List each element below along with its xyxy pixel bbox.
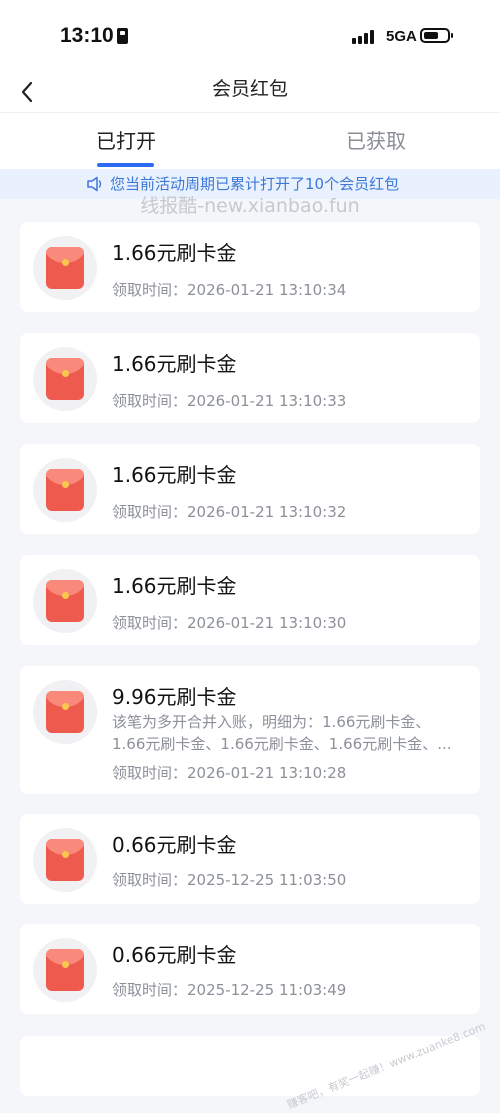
record-amount: 1.66元刷卡金 <box>112 574 237 598</box>
record-time: 领取时间：2026-01-21 13:10:34 <box>112 281 347 299</box>
status-bar: 13:10 5GA <box>0 0 500 72</box>
record-time: 领取时间：2026-01-21 13:10:28 <box>112 764 347 782</box>
tab-opened[interactable]: 已打开 <box>96 127 156 155</box>
record-card[interactable]: 1.66元刷卡金 领取时间：2026-01-21 13:10:30 <box>20 555 480 645</box>
record-card[interactable]: 1.66元刷卡金 领取时间：2026-01-21 13:10:33 <box>20 333 480 423</box>
record-amount: 0.66元刷卡金 <box>112 943 237 967</box>
sim-card-icon <box>117 28 128 44</box>
record-card-merged[interactable]: 9.96元刷卡金 该笔为多开合并入账，明细为：1.66元刷卡金、 1.66元刷卡… <box>20 666 480 794</box>
record-detail: 该笔为多开合并入账，明细为：1.66元刷卡金、 <box>112 713 431 731</box>
notice-text: 您当前活动周期已累计打开了10个会员红包 <box>110 175 400 193</box>
record-card[interactable]: 1.66元刷卡金 领取时间：2026-01-21 13:10:32 <box>20 444 480 534</box>
record-card[interactable]: 0.66元刷卡金 领取时间：2025-12-25 11:03:50 <box>20 814 480 904</box>
record-card[interactable]: 0.66元刷卡金 领取时间：2025-12-25 11:03:49 <box>20 924 480 1014</box>
battery-icon <box>420 28 453 43</box>
record-detail: 1.66元刷卡金、1.66元刷卡金、1.66元刷卡金、... <box>112 735 452 753</box>
record-amount: 1.66元刷卡金 <box>112 241 237 265</box>
record-amount: 9.96元刷卡金 <box>112 685 237 709</box>
watermark: 线报酷-new.xianbao.fun <box>140 195 360 217</box>
network-type: 5GA <box>386 28 417 45</box>
tab-bar: 已打开 已获取 <box>0 113 500 169</box>
page-title: 会员红包 <box>211 78 288 100</box>
record-amount: 1.66元刷卡金 <box>112 352 237 376</box>
speaker-icon <box>87 176 102 192</box>
red-envelope-icon <box>33 458 97 522</box>
red-envelope-icon <box>33 569 97 633</box>
record-time: 领取时间：2026-01-21 13:10:32 <box>112 503 347 521</box>
record-time: 领取时间：2025-12-25 11:03:49 <box>112 981 347 999</box>
status-time: 13:10 <box>60 24 114 47</box>
nav-bar: 会员红包 <box>0 72 500 113</box>
red-envelope-icon <box>33 938 97 1002</box>
record-time: 领取时间：2026-01-21 13:10:30 <box>112 614 347 632</box>
record-card-partial[interactable] <box>20 1036 480 1096</box>
record-time: 领取时间：2025-12-25 11:03:50 <box>112 871 347 889</box>
record-time: 领取时间：2026-01-21 13:10:33 <box>112 392 347 410</box>
red-envelope-icon <box>33 680 97 744</box>
active-tab-indicator <box>97 163 154 167</box>
record-amount: 0.66元刷卡金 <box>112 833 237 857</box>
record-amount: 1.66元刷卡金 <box>112 463 237 487</box>
red-envelope-icon <box>33 828 97 892</box>
red-envelope-icon <box>33 347 97 411</box>
record-card[interactable]: 1.66元刷卡金 领取时间：2026-01-21 13:10:34 <box>20 222 480 312</box>
signal-icon <box>352 30 380 44</box>
red-envelope-icon <box>33 236 97 300</box>
tab-obtained[interactable]: 已获取 <box>346 127 406 155</box>
